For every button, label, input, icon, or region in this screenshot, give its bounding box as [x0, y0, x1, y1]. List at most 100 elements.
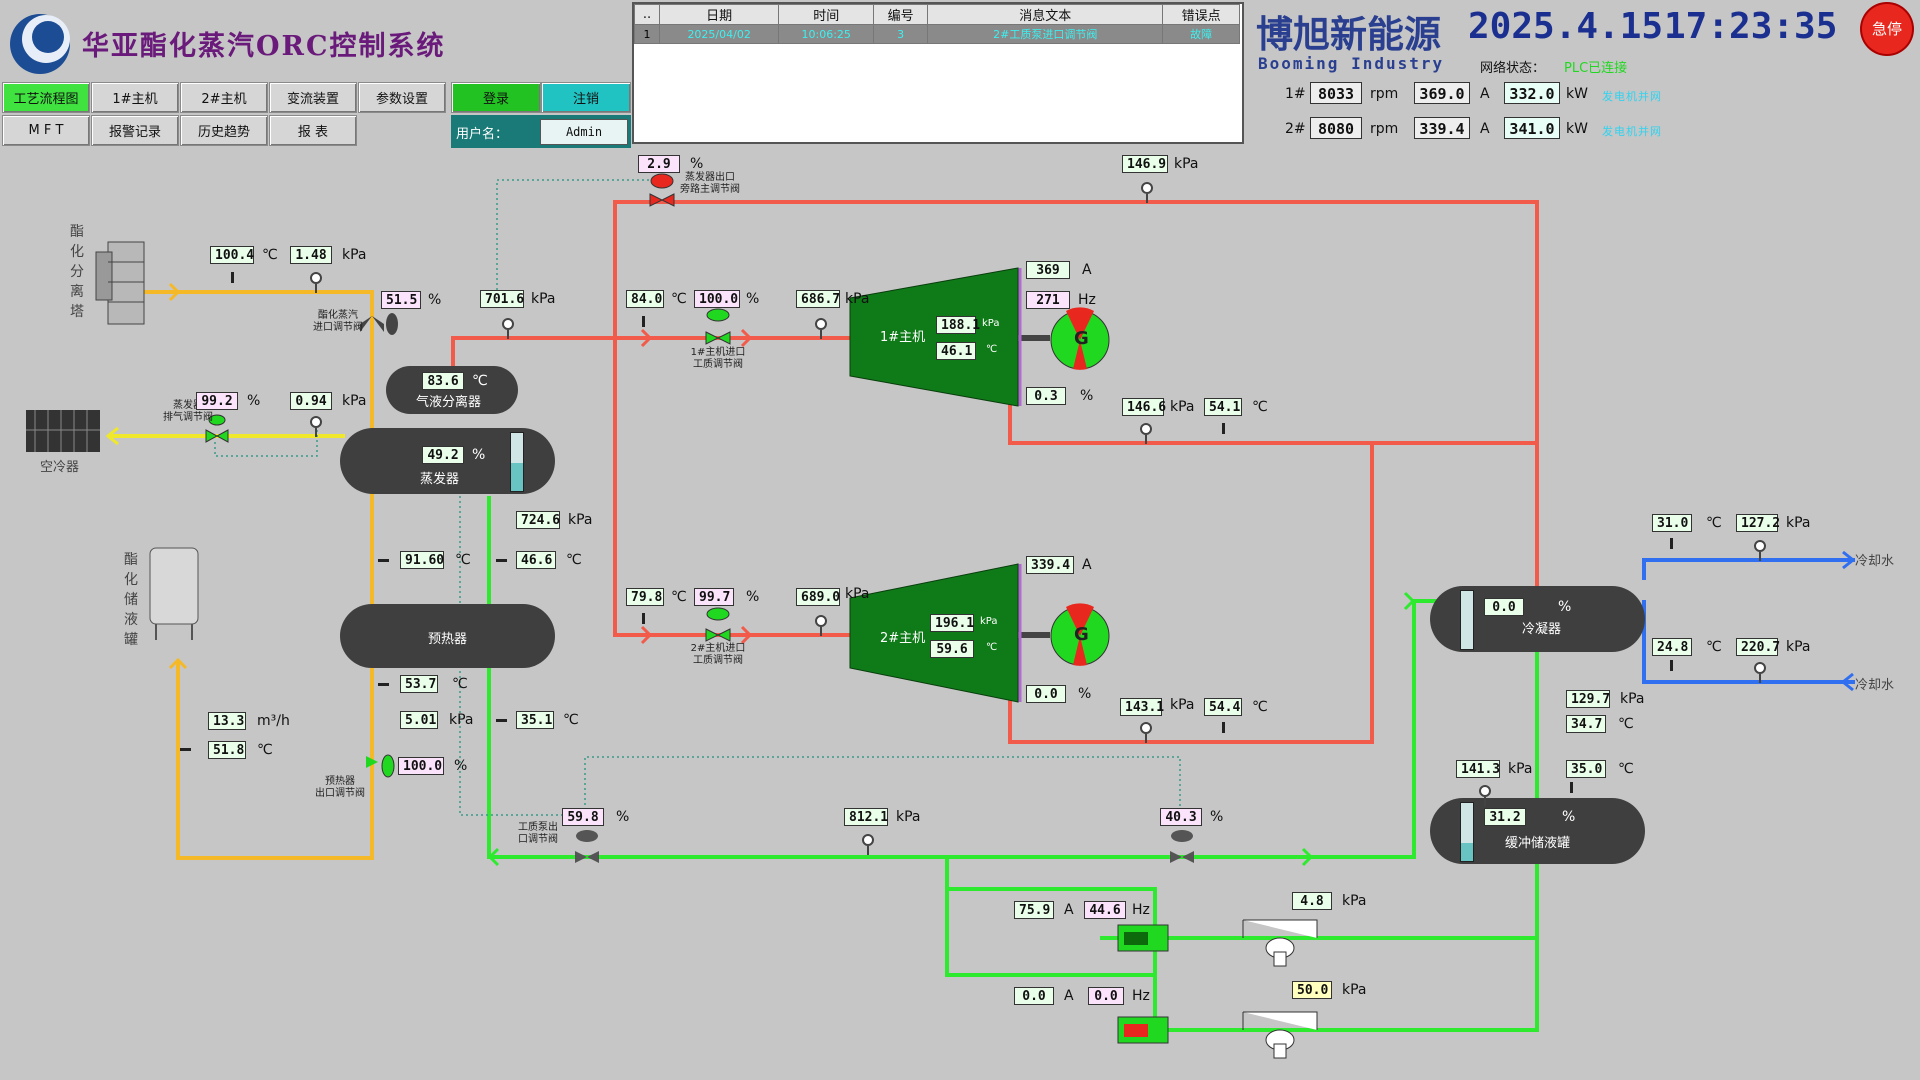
cooling-out-pressure: 220.7: [1736, 638, 1780, 656]
generator-2-label: G: [1074, 624, 1089, 645]
unit-kpa: kPa: [449, 712, 474, 728]
condenser-level: 0.0: [1484, 598, 1524, 616]
evap-outlet-pressure: 701.6: [480, 290, 524, 308]
evaporator-level: 49.2: [422, 446, 464, 464]
log-cell-no: 3: [873, 24, 929, 44]
login-button[interactable]: 登录: [451, 82, 541, 113]
gen2-amp-unit: A: [1480, 121, 1490, 137]
date-display: 2025.4.15: [1468, 6, 1664, 47]
user-label: 用户名：: [456, 127, 509, 142]
valve-t2-inlet-label: 2#主机进口 工质调节阀: [690, 643, 746, 666]
generator-1-label: G: [1074, 328, 1089, 349]
filter-2-icon: [1242, 1011, 1318, 1059]
t2-inlet-temp: 79.8: [626, 588, 664, 606]
unit-pct: %: [428, 292, 442, 308]
evaporator-level-gauge: [510, 432, 524, 492]
network-status: PLC已连接: [1564, 61, 1628, 76]
unit-hz: Hz: [1132, 902, 1150, 918]
pressure-gauge-icon: [502, 318, 514, 339]
logo-icon: [10, 14, 70, 74]
storage-flow: 13.3: [208, 712, 246, 730]
nav-history-trend[interactable]: 历史趋势: [180, 115, 268, 146]
unit-c: ℃: [671, 291, 687, 307]
pump1-current: 75.9: [1014, 901, 1054, 919]
gen1-state: 发电机并网: [1602, 90, 1662, 103]
network-label: 网络状态：: [1480, 61, 1546, 76]
unit-c: ℃: [1252, 699, 1268, 715]
log-header-point: 错误点: [1162, 4, 1240, 25]
steam-inlet-pressure: 1.48: [290, 246, 332, 264]
unit-pct: %: [1562, 809, 1576, 825]
pressure-gauge-icon: [815, 318, 827, 339]
preheat-outlet-temp: 53.7: [400, 675, 438, 693]
nav-host-2[interactable]: 2#主机: [180, 82, 268, 113]
t2-valve-opening: 99.7: [694, 588, 734, 606]
air-cooler-label: 空冷器: [40, 460, 80, 475]
nav-process-flow[interactable]: 工艺流程图: [2, 82, 90, 113]
brand-sub: Booming Industry: [1258, 54, 1445, 73]
unit-kpa: kPa: [342, 247, 367, 263]
unit-a: A: [1064, 902, 1074, 918]
unit-kpa: kPa: [845, 291, 870, 307]
pressure-gauge-icon: [1140, 423, 1152, 444]
cooling-out-temp: 24.8: [1652, 638, 1692, 656]
temp-sensor-icon: [231, 272, 234, 283]
gen1-rpm: 8033: [1310, 82, 1362, 104]
table-row[interactable]: 1 2025/04/02 10:06:25 3 2#工质泵进口调节阀 故障: [634, 24, 1240, 44]
nav-report[interactable]: 报 表: [269, 115, 357, 146]
unit-c: ℃: [563, 712, 579, 728]
logout-button[interactable]: 注销: [541, 82, 631, 113]
t1-internal-temp: 46.1: [936, 342, 976, 360]
time-display: 17:23:35: [1664, 6, 1838, 47]
unit-pct: %: [690, 156, 704, 172]
condenser-level-gauge: [1460, 590, 1474, 650]
nav-alarm-log[interactable]: 报警记录: [91, 115, 179, 146]
gen2-amp: 339.4: [1414, 117, 1470, 139]
gen1-label: 1#: [1285, 86, 1306, 102]
preheat-valve-opening: 100.0: [398, 757, 444, 775]
turbine-2-label: 2#主机: [880, 631, 926, 646]
turbine-1-label: 1#主机: [880, 330, 926, 345]
user-field[interactable]: Admin: [540, 119, 628, 145]
t1-outlet-pressure: 146.6: [1122, 398, 1166, 416]
gen2-rpm: 8080: [1310, 117, 1362, 139]
unit-kpa: kPa: [531, 291, 556, 307]
unit-pct: %: [1078, 686, 1092, 702]
cooling-in-pressure: 127.2: [1736, 514, 1780, 532]
emergency-stop-button[interactable]: 急停: [1862, 4, 1912, 54]
unit-c: ℃: [986, 344, 998, 355]
nav-mft[interactable]: M F T: [2, 115, 90, 146]
unit-kpa: kPa: [1342, 893, 1367, 909]
gen2-state: 发电机并网: [1602, 125, 1662, 138]
buffer-label: 缓冲储液罐: [1505, 836, 1571, 851]
top-line-pressure: 146.9: [1122, 155, 1168, 173]
unit-pct: %: [1080, 388, 1094, 404]
unit-c: ℃: [472, 373, 488, 389]
separator-label: 气液分离器: [416, 395, 482, 410]
unit-kpa: kPa: [1620, 691, 1645, 707]
filter-1-icon: [1242, 919, 1318, 967]
buffer-level-gauge: [1460, 802, 1474, 862]
log-header-date: 日期: [658, 4, 780, 25]
unit-kpa: kPa: [1170, 399, 1195, 415]
unit-c: ℃: [1706, 515, 1722, 531]
pressure-gauge-icon: [815, 615, 827, 636]
bypass-valve-opening: 2.9: [638, 155, 680, 173]
unit-kpa: kPa: [896, 809, 921, 825]
gen2-label: 2#: [1285, 121, 1306, 137]
unit-kpa: kPa: [1786, 639, 1811, 655]
turbine-1-body: [849, 267, 1019, 407]
log-header-no: 编号: [873, 4, 929, 25]
alarm-log-table[interactable]: .. 日期 时间 编号 消息文本 错误点 1 2025/04/02 10:06:…: [632, 2, 1244, 144]
nav-settings[interactable]: 参数设置: [358, 82, 446, 113]
log-corner: ..: [634, 4, 660, 25]
nav-host-1[interactable]: 1#主机: [91, 82, 179, 113]
pump2-filter-pressure: 50.0: [1292, 981, 1332, 999]
t2-inlet-pressure: 689.0: [796, 588, 840, 606]
pump-line-pressure: 812.1: [844, 808, 888, 826]
app-title: 华亚酯化蒸汽ORC控制系统: [82, 31, 446, 62]
valve-bypass-label: 蒸发器出口 旁路主调节阀: [680, 172, 740, 195]
nav-converter[interactable]: 变流装置: [269, 82, 357, 113]
pressure-gauge-icon: [1140, 722, 1152, 743]
pressure-gauge-icon: [1141, 182, 1153, 203]
